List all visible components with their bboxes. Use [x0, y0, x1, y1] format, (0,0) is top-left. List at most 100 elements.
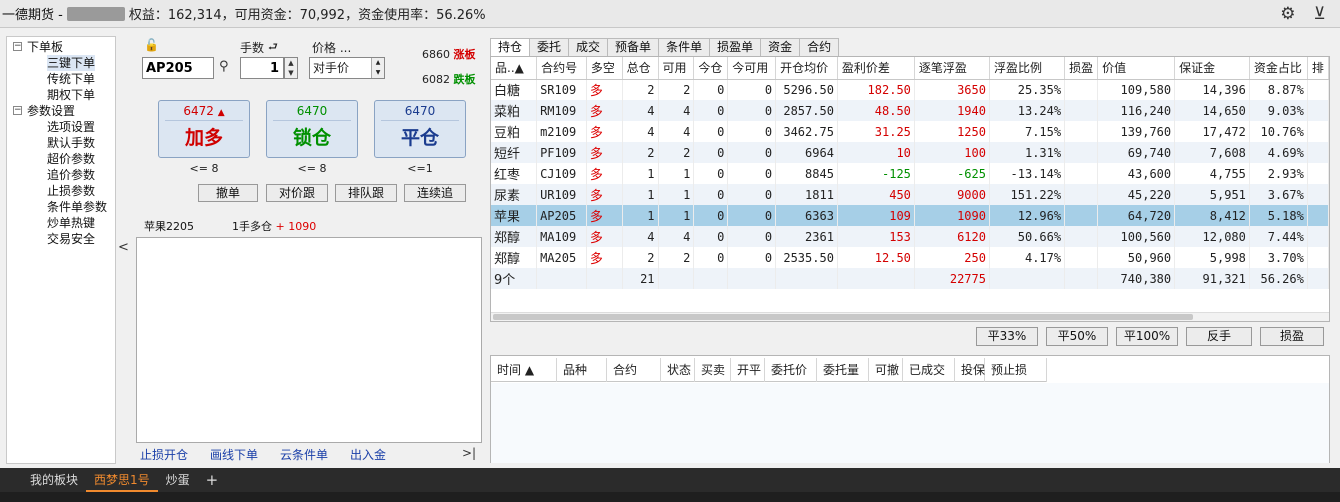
column-header[interactable]: 价值: [1097, 57, 1176, 80]
close-33-button[interactable]: 平33%: [976, 327, 1038, 346]
column-header[interactable]: 合约: [607, 358, 661, 382]
continuous-chase-button[interactable]: 连续追: [404, 184, 466, 202]
expand-right-icon[interactable]: >|: [462, 446, 476, 460]
column-header[interactable]: 逐笔浮盈: [914, 57, 990, 80]
stop-loss-open-link[interactable]: 止损开仓: [140, 446, 188, 463]
tree-item[interactable]: 止损参数: [47, 183, 95, 199]
column-header[interactable]: 开平: [731, 358, 765, 382]
column-header[interactable]: 多空: [586, 57, 623, 80]
column-header[interactable]: 时间 ▲: [491, 358, 557, 382]
column-header[interactable]: 盈利价差: [837, 57, 915, 80]
chevron-down-icon[interactable]: ▲ ▼: [371, 58, 384, 78]
follow-queue-button[interactable]: 排队跟: [335, 184, 397, 202]
tab-positions[interactable]: 持仓: [490, 38, 531, 57]
column-header[interactable]: 损盈: [1064, 57, 1099, 80]
search-icon[interactable]: ⚲: [219, 59, 229, 74]
reverse-button[interactable]: 反手: [1186, 327, 1252, 346]
close-50-button[interactable]: 平50%: [1046, 327, 1108, 346]
lock-icon[interactable]: 🔓: [144, 38, 159, 52]
close-100-button[interactable]: 平100%: [1116, 327, 1178, 346]
lots-reset-icon[interactable]: ⮐: [268, 38, 278, 57]
tree-collapse-icon[interactable]: −: [13, 106, 22, 115]
tree-item[interactable]: 期权下单: [47, 87, 95, 103]
tab-funds[interactable]: 资金: [760, 38, 801, 56]
draw-line-order-link[interactable]: 画线下单: [210, 446, 258, 463]
table-cell: 100,560: [1097, 226, 1176, 247]
table-row[interactable]: 短纤 PF109 多 2 2 0 0 6964 10 100 1.31% 69,740 7,608 4.6…: [491, 142, 1329, 163]
table-row[interactable]: 白糖 SR109 多 2 2 0 0 5296.50 182.50 3650 25.35% 109,5…: [491, 79, 1329, 100]
column-header[interactable]: 合约号: [536, 57, 587, 80]
add-long-button[interactable]: 6472 ▲ 加多: [158, 100, 250, 158]
gear-icon[interactable]: ⚙: [1280, 4, 1295, 24]
add-tab-icon[interactable]: +: [198, 471, 227, 489]
tab-trades[interactable]: 成交: [568, 38, 609, 56]
contract-code-input[interactable]: [142, 57, 214, 79]
bottom-tab-my-sectors[interactable]: 我的板块: [0, 468, 86, 492]
table-cell: [775, 268, 838, 289]
lots-input[interactable]: [240, 57, 284, 79]
tree-item[interactable]: 超价参数: [47, 151, 95, 167]
column-header[interactable]: 开仓均价: [775, 57, 838, 80]
column-header[interactable]: 保证金: [1174, 57, 1250, 80]
bottom-tab-active[interactable]: 西梦思1号: [86, 468, 158, 492]
minimize-icon[interactable]: ⊻: [1314, 4, 1326, 24]
column-header[interactable]: 今可用: [727, 57, 777, 80]
column-header[interactable]: 可用: [658, 57, 695, 80]
table-cell: [1307, 184, 1329, 205]
price-label[interactable]: 价格 ...: [312, 39, 351, 56]
tab-conditional-orders[interactable]: 条件单: [658, 38, 711, 56]
table-row[interactable]: 红枣 CJ109 多 1 1 0 0 8845 -125 -625 -13.14% 43,600 4,7…: [491, 163, 1329, 184]
table-row[interactable]: 豆粕 m2109 多 4 4 0 0 3462.75 31.25 1250 7.15% 139,760…: [491, 121, 1329, 142]
column-header[interactable]: 可撤: [869, 358, 903, 382]
column-header[interactable]: 今仓: [693, 57, 729, 80]
horizontal-scrollbar[interactable]: [491, 312, 1329, 321]
tree-item[interactable]: 默认手数: [47, 135, 95, 151]
column-header[interactable]: 品种: [557, 358, 607, 382]
column-header[interactable]: 排: [1307, 57, 1329, 80]
column-header[interactable]: 已成交: [903, 358, 955, 382]
tree-item[interactable]: 下单板: [27, 39, 63, 55]
column-header[interactable]: 投保: [955, 358, 985, 382]
cancel-order-button[interactable]: 撤单: [198, 184, 258, 202]
fund-transfer-link[interactable]: 出入金: [350, 446, 386, 463]
tree-item[interactable]: 三键下单: [47, 55, 96, 71]
column-header[interactable]: 总仓: [622, 57, 659, 80]
tree-item[interactable]: 条件单参数: [47, 199, 107, 215]
table-row[interactable]: 苹果 AP205 多 1 1 0 0 6363 109 1090 12.96% 64,720 8,412…: [491, 205, 1329, 226]
tab-stop-profit-orders[interactable]: 损盈单: [709, 38, 762, 56]
column-header[interactable]: 浮盈比例: [989, 57, 1066, 80]
tree-item[interactable]: 传统下单: [47, 71, 95, 87]
tree-item[interactable]: 选项设置: [47, 119, 95, 135]
column-header[interactable]: 资金占比: [1249, 57, 1308, 80]
column-header[interactable]: 委托价: [765, 358, 817, 382]
follow-counter-price-button[interactable]: 对价跟: [266, 184, 328, 202]
column-header[interactable]: 委托量: [817, 358, 869, 382]
tab-contracts[interactable]: 合约: [799, 38, 840, 56]
tree-item[interactable]: 参数设置: [27, 103, 75, 119]
column-header[interactable]: 买卖: [695, 358, 731, 382]
table-row[interactable]: 尿素 UR109 多 1 1 0 0 1811 450 9000 151.22% 45,220 5,95…: [491, 184, 1329, 205]
tree-item[interactable]: 交易安全: [47, 231, 95, 247]
tree-item[interactable]: 炒单热键: [47, 215, 95, 231]
column-header[interactable]: 品..▲: [491, 57, 538, 80]
tab-orders[interactable]: 委托: [529, 38, 570, 56]
stop-profit-button[interactable]: 损盈: [1260, 327, 1324, 346]
table-row[interactable]: 郑醇 MA205 多 2 2 0 0 2535.50 12.50 250 4.17% 50,960 5,…: [491, 247, 1329, 268]
collapse-left-icon[interactable]: <: [118, 240, 129, 255]
tree-item[interactable]: 追价参数: [47, 167, 95, 183]
tab-prepared-orders[interactable]: 预备单: [607, 38, 660, 56]
price-type-select[interactable]: 对手价 ▲ ▼: [309, 57, 385, 79]
bottom-tab-scalping[interactable]: 炒蛋: [158, 468, 198, 492]
lock-position-button[interactable]: 6470 锁仓: [266, 100, 358, 158]
column-header[interactable]: 状态: [661, 358, 695, 382]
table-row[interactable]: 郑醇 MA109 多 4 4 0 0 2361 153 6120 50.66% 100,560 12,0…: [491, 226, 1329, 247]
table-row[interactable]: 菜粕 RM109 多 4 4 0 0 2857.50 48.50 1940 13.24% 116,24…: [491, 100, 1329, 121]
tree-collapse-icon[interactable]: −: [13, 42, 22, 51]
table-cell: 45,220: [1097, 184, 1176, 205]
table-row[interactable]: 9个 21 22775 740,380 91,321 56.26%: [491, 268, 1329, 289]
cloud-condition-order-link[interactable]: 云条件单: [280, 446, 328, 463]
lots-stepper[interactable]: ▲ ▼: [284, 57, 298, 79]
table-cell: 6964: [775, 142, 838, 163]
close-position-button[interactable]: 6470 平仓: [374, 100, 466, 158]
column-header[interactable]: 预止损: [985, 358, 1047, 382]
